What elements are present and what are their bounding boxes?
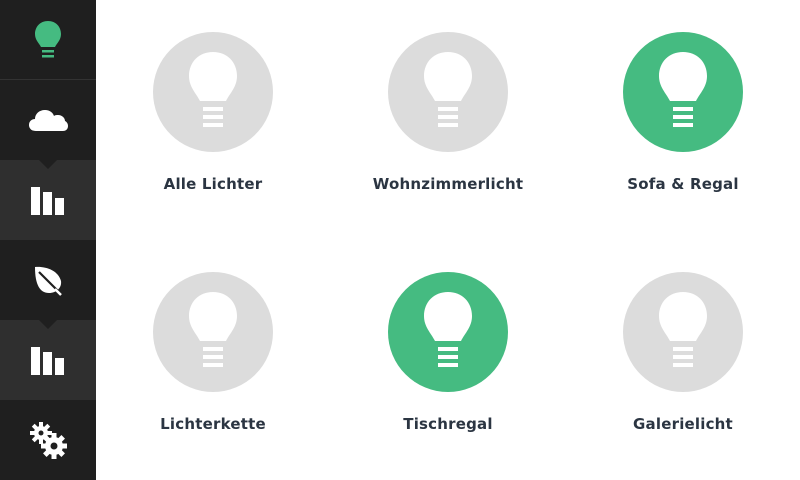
sidebar-item-stats-1[interactable] xyxy=(0,160,96,240)
light-label: Lichterkette xyxy=(160,415,266,433)
nav-pointer xyxy=(39,320,57,329)
light-tile[interactable]: Alle Lichter xyxy=(123,0,303,200)
bulb-icon xyxy=(189,52,237,127)
sidebar-item-stats-2[interactable] xyxy=(0,320,96,400)
light-tile[interactable]: Lichterkette xyxy=(123,240,303,440)
sidebar-item-settings[interactable] xyxy=(0,400,96,480)
bulb-icon xyxy=(424,292,472,367)
nav-pointer xyxy=(39,160,57,169)
leaf-icon xyxy=(35,266,63,296)
light-toggle[interactable] xyxy=(623,32,743,152)
sidebar-item-eco[interactable] xyxy=(0,240,96,320)
light-tile[interactable]: Tischregal xyxy=(358,240,538,440)
bulb-icon xyxy=(189,292,237,367)
light-label: Tischregal xyxy=(403,415,493,433)
sidebar xyxy=(0,0,96,480)
light-toggle[interactable] xyxy=(388,272,508,392)
light-toggle[interactable] xyxy=(153,32,273,152)
bulb-icon xyxy=(424,52,472,127)
cloud-icon xyxy=(29,110,68,131)
light-tile[interactable]: Wohnzimmerlicht xyxy=(358,0,538,200)
bar-chart-icon xyxy=(31,187,64,215)
light-label: Galerielicht xyxy=(633,415,733,433)
light-tile[interactable]: Sofa & Regal xyxy=(593,0,773,200)
light-label: Sofa & Regal xyxy=(627,175,739,193)
light-label: Wohnzimmerlicht xyxy=(372,175,524,193)
light-label: Alle Lichter xyxy=(163,175,263,193)
light-toggle[interactable] xyxy=(623,272,743,392)
bar-chart-icon xyxy=(31,347,64,375)
light-toggle[interactable] xyxy=(388,32,508,152)
sidebar-item-lights[interactable] xyxy=(0,0,96,80)
bulb-icon xyxy=(659,52,707,127)
light-grid: Alle Lichter Wohnzimmerlicht Sofa & Rega… xyxy=(96,0,800,480)
sidebar-item-weather[interactable] xyxy=(0,80,96,160)
gears-icon xyxy=(30,422,67,459)
bulb-icon xyxy=(35,20,61,57)
light-toggle[interactable] xyxy=(153,272,273,392)
bulb-icon xyxy=(659,292,707,367)
light-tile[interactable]: Galerielicht xyxy=(593,240,773,440)
